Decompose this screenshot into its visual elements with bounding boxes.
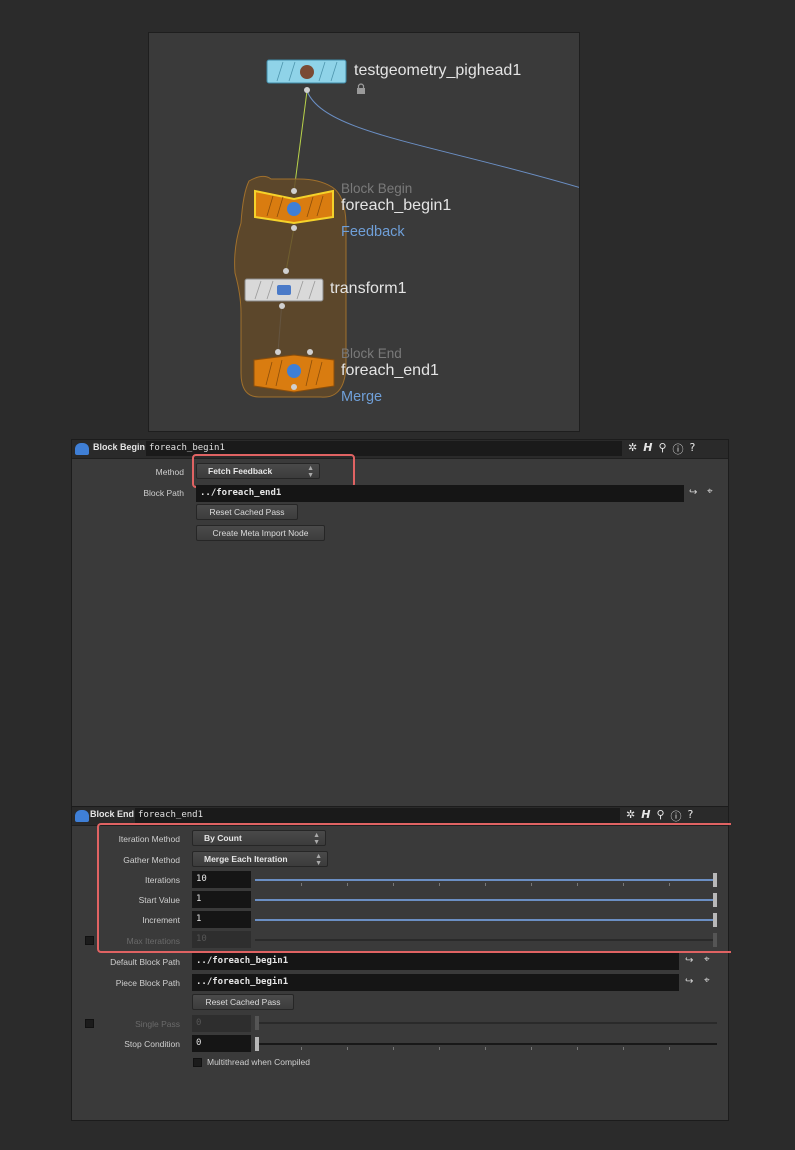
slider-handle[interactable] [255, 1016, 259, 1030]
channel-jump-icon[interactable]: ↪ [685, 955, 693, 966]
node-type-label: Block End [90, 809, 135, 819]
single-pass-field[interactable]: 0 [192, 1015, 251, 1032]
panel-header: Block Begin foreach_begin1 ✲ H ⚲ ⓘ ? [72, 440, 728, 459]
output-connector [291, 225, 297, 231]
reset-cached-pass-button[interactable]: Reset Cached Pass [196, 504, 298, 520]
block-end-parameter-panel: Block End foreach_end1 ✲ H ⚲ ⓘ ? Iterati… [71, 806, 731, 1121]
node-chooser-icon[interactable]: ⌖ [707, 486, 713, 497]
blocks-icon [287, 202, 301, 216]
node-name-field[interactable]: foreach_end1 [135, 808, 620, 823]
default-block-path-field[interactable]: ../foreach_begin1 [192, 953, 679, 970]
create-meta-import-node-button[interactable]: Create Meta Import Node [196, 525, 325, 541]
multithread-label: Multithread when Compiled [207, 1057, 310, 1067]
input-connector [291, 188, 297, 194]
transform-icon [277, 285, 291, 295]
header-icons: ✲ H ⚲ ⓘ ? [626, 808, 693, 824]
node-name-foreach-end: foreach_end1 [341, 362, 439, 379]
single-pass-label: Single Pass [135, 1019, 180, 1029]
reset-cached-pass-button[interactable]: Reset Cached Pass [192, 994, 294, 1010]
output-connector [291, 384, 297, 390]
input-connector [283, 268, 289, 274]
question-icon[interactable]: ? [688, 808, 694, 824]
network-view[interactable]: testgeometry_pighead1 Block Begin foreac… [148, 32, 580, 432]
slider-handle[interactable] [255, 1037, 259, 1051]
wire-to-offscreen [306, 90, 579, 188]
search-icon[interactable]: ⚲ [658, 441, 666, 457]
help-h-icon[interactable]: H [643, 441, 652, 457]
highlight-method [192, 454, 355, 488]
default-block-path-label: Default Block Path [110, 957, 180, 967]
input-connector [307, 349, 313, 355]
output-connector [304, 87, 310, 93]
stop-condition-slider[interactable] [255, 1037, 717, 1051]
node-mode-merge: Merge [341, 389, 383, 405]
node-mode-feedback: Feedback [341, 224, 405, 240]
multithread-checkbox[interactable] [193, 1058, 202, 1067]
node-type-block-begin: Block Begin [341, 181, 413, 196]
piece-block-path-field[interactable]: ../foreach_begin1 [192, 974, 679, 991]
output-connector [279, 303, 285, 309]
header-icons: ✲ H ⚲ ⓘ ? [628, 441, 695, 457]
info-icon[interactable]: ⓘ [673, 441, 684, 457]
block-path-label: Block Path [143, 488, 184, 498]
channel-jump-icon[interactable]: ↪ [685, 976, 693, 987]
help-h-icon[interactable]: H [641, 808, 650, 824]
node-name-foreach-begin: foreach_begin1 [341, 197, 452, 214]
node-testgeometry-pighead1[interactable] [266, 59, 347, 93]
gear-icon[interactable]: ✲ [628, 441, 637, 457]
gear-icon[interactable]: ✲ [626, 808, 635, 824]
stop-condition-field[interactable]: 0 [192, 1035, 251, 1052]
input-connector [275, 349, 281, 355]
info-icon[interactable]: ⓘ [671, 808, 682, 824]
node-chooser-icon[interactable]: ⌖ [704, 954, 710, 965]
single-pass-slider[interactable] [255, 1016, 717, 1030]
wire-pighead-to-begin [293, 90, 308, 192]
block-end-node-icon [75, 810, 89, 822]
pighead-icon [300, 65, 314, 79]
node-name-testgeometry: testgeometry_pighead1 [354, 62, 522, 79]
channel-jump-icon[interactable]: ↪ [689, 487, 697, 498]
question-icon[interactable]: ? [690, 441, 696, 457]
stop-condition-label: Stop Condition [124, 1039, 180, 1049]
node-type-label: Block Begin [93, 442, 146, 452]
method-label: Method [155, 467, 184, 477]
node-type-block-end: Block End [341, 346, 402, 361]
lock-icon [357, 83, 365, 94]
block-begin-node-icon [75, 443, 89, 455]
blocks-icon [287, 364, 301, 378]
node-chooser-icon[interactable]: ⌖ [704, 975, 710, 986]
piece-block-path-label: Piece Block Path [115, 978, 180, 988]
highlight-iteration-params [97, 823, 731, 953]
node-name-transform: transform1 [330, 280, 407, 297]
search-icon[interactable]: ⚲ [656, 808, 664, 824]
block-path-field[interactable]: ../foreach_end1 [196, 485, 684, 502]
block-begin-parameter-panel: Block Begin foreach_begin1 ✲ H ⚲ ⓘ ? Met… [71, 439, 729, 807]
